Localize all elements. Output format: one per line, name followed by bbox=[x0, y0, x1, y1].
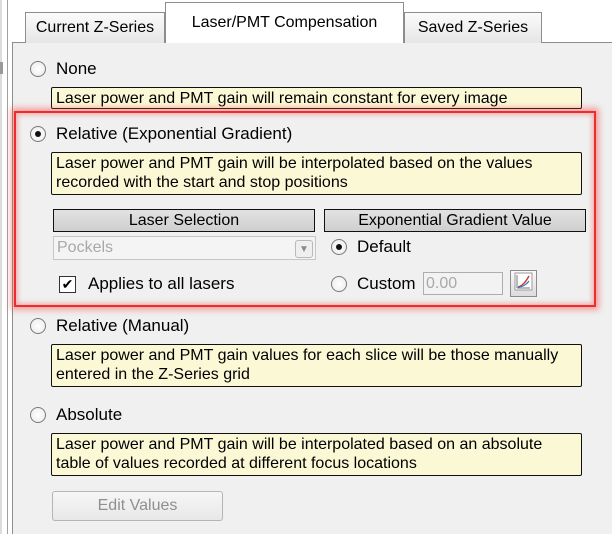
radio-label: Default bbox=[357, 237, 411, 256]
relative-manual-description: Laser power and PMT gain values for each… bbox=[51, 344, 582, 387]
radio-circle[interactable] bbox=[30, 407, 46, 423]
radio-circle[interactable] bbox=[331, 239, 347, 255]
none-description: Laser power and PMT gain will remain con… bbox=[51, 87, 582, 109]
radio-circle[interactable] bbox=[30, 126, 46, 142]
laser-select[interactable]: Pockels ▼ bbox=[53, 236, 316, 260]
curve-graph-icon bbox=[514, 272, 533, 296]
laser-selection-header: Laser Selection bbox=[53, 209, 315, 232]
chevron-down-icon[interactable]: ▼ bbox=[295, 240, 313, 258]
radio-relative-exponential[interactable]: Relative (Exponential Gradient) bbox=[30, 124, 292, 144]
window-edge-line bbox=[7, 0, 8, 534]
radio-relative-manual[interactable]: Relative (Manual) bbox=[30, 316, 189, 336]
window-edge bbox=[0, 0, 2, 534]
tab-saved-z-series[interactable]: Saved Z-Series bbox=[404, 12, 542, 43]
custom-gradient-input[interactable]: 0.00 bbox=[423, 272, 503, 295]
radio-label: Relative (Exponential Gradient) bbox=[56, 124, 293, 143]
radio-circle[interactable] bbox=[331, 276, 347, 292]
check-icon: ✔ bbox=[61, 276, 74, 292]
radio-label: Custom bbox=[357, 274, 416, 293]
checkbox-label: Applies to all lasers bbox=[88, 274, 235, 293]
tab-label: Saved Z-Series bbox=[417, 19, 529, 36]
gradient-graph-button[interactable] bbox=[510, 270, 537, 297]
radio-none[interactable]: None bbox=[30, 59, 97, 79]
radio-label: None bbox=[56, 59, 97, 78]
radio-circle[interactable] bbox=[30, 61, 46, 77]
tab-laser-pmt-compensation[interactable]: Laser/PMT Compensation bbox=[165, 2, 404, 43]
radio-gradient-custom[interactable]: Custom bbox=[331, 274, 416, 294]
exponential-gradient-header: Exponential Gradient Value bbox=[324, 209, 586, 232]
absolute-description: Laser power and PMT gain will be interpo… bbox=[51, 433, 582, 476]
radio-label: Relative (Manual) bbox=[56, 316, 190, 335]
window-edge-marker bbox=[0, 62, 3, 74]
edit-values-button[interactable]: Edit Values bbox=[52, 491, 223, 521]
relative-exponential-description: Laser power and PMT gain will be interpo… bbox=[51, 152, 582, 195]
radio-label: Absolute bbox=[56, 405, 123, 424]
applies-to-all-checkbox[interactable]: ✔ Applies to all lasers bbox=[59, 274, 234, 294]
radio-circle[interactable] bbox=[30, 318, 46, 334]
tab-label: Laser/PMT Compensation bbox=[191, 14, 378, 31]
tab-label: Current Z-Series bbox=[35, 19, 155, 36]
checkbox-box[interactable]: ✔ bbox=[59, 275, 76, 293]
radio-absolute[interactable]: Absolute bbox=[30, 405, 122, 425]
tab-current-z-series[interactable]: Current Z-Series bbox=[25, 12, 165, 43]
radio-gradient-default[interactable]: Default bbox=[331, 237, 411, 257]
laser-select-value: Pockels bbox=[57, 239, 114, 256]
